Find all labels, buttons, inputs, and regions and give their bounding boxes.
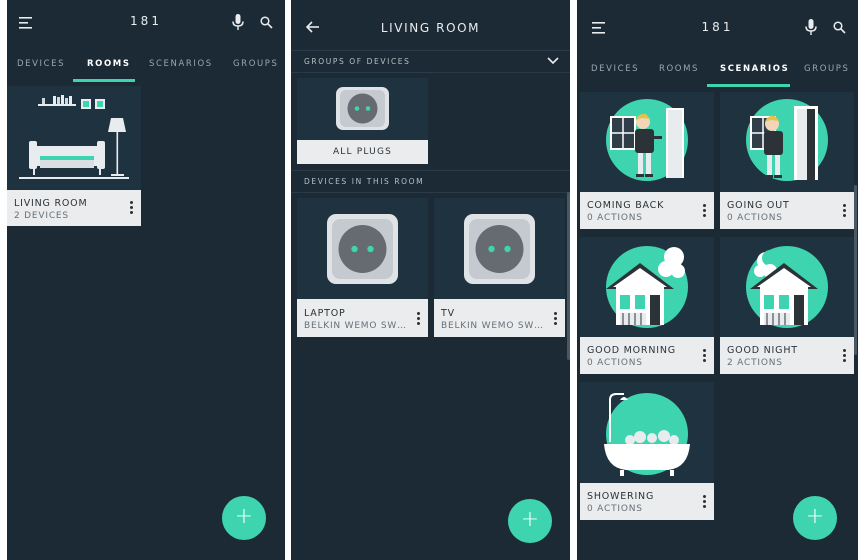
plug-icon	[434, 198, 565, 299]
more-vertical-icon[interactable]	[551, 312, 559, 327]
scenario-name: GOOD NIGHT	[727, 345, 798, 356]
scenario-card-going-out[interactable]: GOING OUT 0 ACTIONS	[720, 92, 854, 229]
tab-scenarios[interactable]: SCENARIOS	[720, 64, 789, 74]
scenario-action-count: 0 ACTIONS	[727, 213, 783, 223]
devices-heading: DEVICES IN THIS ROOM	[304, 177, 425, 186]
more-vertical-icon[interactable]	[414, 312, 422, 327]
microphone-icon[interactable]	[232, 14, 244, 31]
tab-devices[interactable]: DEVICES	[17, 59, 65, 69]
tab-bar: DEVICES ROOMS SCENARIOS GROUPS	[7, 50, 285, 82]
tab-groups[interactable]: GROUPS	[233, 59, 279, 69]
device-card-tv[interactable]: TV BELKIN WEMO SW…	[434, 198, 565, 337]
top-bar: 181	[577, 0, 858, 48]
scenario-card-coming-back[interactable]: COMING BACK 0 ACTIONS	[580, 92, 714, 229]
person-going-out-illustration	[720, 92, 854, 192]
tab-groups[interactable]: GROUPS	[804, 64, 850, 74]
tab-rooms[interactable]: ROOMS	[87, 59, 131, 69]
active-tab-indicator	[73, 79, 135, 82]
scenario-name: SHOWERING	[587, 491, 655, 502]
card-footer: LAPTOP BELKIN WEMO SW…	[297, 299, 428, 337]
top-bar: 181	[7, 0, 285, 48]
add-room-button[interactable]: +	[222, 496, 266, 540]
device-name: TV	[441, 308, 455, 319]
scenario-name: GOOD MORNING	[587, 345, 676, 356]
scenario-action-count: 0 ACTIONS	[587, 213, 643, 223]
groups-heading: GROUPS OF DEVICES	[304, 57, 411, 66]
card-footer: GOOD NIGHT 2 ACTIONS	[720, 337, 854, 374]
scenario-action-count: 2 ACTIONS	[727, 358, 783, 368]
room-title: LIVING ROOM	[380, 21, 481, 35]
add-scenario-button[interactable]: +	[793, 496, 837, 540]
more-vertical-icon[interactable]	[700, 204, 708, 219]
card-footer: LIVING ROOM 2 DEVICES	[7, 190, 141, 226]
living-room-screen: LIVING ROOM GROUPS OF DEVICES ALL PLUGS …	[291, 0, 570, 560]
scenario-name: GOING OUT	[727, 200, 790, 211]
divider	[291, 192, 570, 193]
tab-devices[interactable]: DEVICES	[591, 64, 639, 74]
tab-rooms[interactable]: ROOMS	[659, 64, 699, 74]
tab-scenarios[interactable]: SCENARIOS	[149, 59, 213, 69]
scenario-card-showering[interactable]: SHOWERING 0 ACTIONS	[580, 382, 714, 520]
scenario-action-count: 0 ACTIONS	[587, 504, 643, 514]
active-tab-indicator	[707, 84, 790, 87]
divider	[291, 50, 570, 51]
plug-icon	[297, 78, 428, 140]
divider	[291, 72, 570, 73]
search-icon[interactable]	[833, 21, 846, 34]
house-sun-illustration	[580, 237, 714, 337]
more-vertical-icon[interactable]	[840, 349, 848, 364]
more-vertical-icon[interactable]	[700, 495, 708, 510]
search-icon[interactable]	[260, 16, 273, 29]
house-moon-illustration	[720, 237, 854, 337]
more-vertical-icon[interactable]	[840, 204, 848, 219]
card-footer: GOOD MORNING 0 ACTIONS	[580, 337, 714, 374]
card-footer: COMING BACK 0 ACTIONS	[580, 192, 714, 229]
more-vertical-icon[interactable]	[700, 349, 708, 364]
room-device-count: 2 DEVICES	[14, 211, 69, 221]
room-name: LIVING ROOM	[14, 198, 88, 209]
room-card-living-room[interactable]: LIVING ROOM 2 DEVICES	[7, 86, 141, 226]
chevron-down-icon[interactable]	[547, 57, 559, 65]
more-vertical-icon[interactable]	[127, 201, 135, 216]
plug-icon	[297, 198, 428, 299]
top-bar: LIVING ROOM	[291, 0, 570, 48]
person-coming-back-illustration	[580, 92, 714, 192]
bathtub-illustration	[580, 382, 714, 483]
scrollbar[interactable]	[567, 192, 570, 360]
card-footer: SHOWERING 0 ACTIONS	[580, 483, 714, 520]
living-room-illustration	[7, 86, 141, 190]
scenario-name: COMING BACK	[587, 200, 665, 211]
card-footer: GOING OUT 0 ACTIONS	[720, 192, 854, 229]
scenario-action-count: 0 ACTIONS	[587, 358, 643, 368]
group-label: ALL PLUGS	[332, 147, 393, 157]
card-footer: ALL PLUGS	[297, 140, 428, 164]
tab-bar: DEVICES ROOMS SCENARIOS GROUPS	[577, 55, 858, 87]
device-name: LAPTOP	[304, 308, 346, 319]
scrollbar[interactable]	[854, 185, 857, 355]
device-type: BELKIN WEMO SW…	[441, 321, 544, 331]
scenario-card-good-morning[interactable]: GOOD MORNING 0 ACTIONS	[580, 237, 714, 374]
scenarios-screen: 181 DEVICES ROOMS SCENARIOS GROUPS COMIN…	[577, 0, 858, 560]
card-footer: TV BELKIN WEMO SW…	[434, 299, 565, 337]
rooms-screen: 181 DEVICES ROOMS SCENARIOS GROUPS LIVIN…	[7, 0, 285, 560]
add-device-button[interactable]: +	[508, 499, 552, 543]
microphone-icon[interactable]	[805, 19, 817, 36]
group-card-all-plugs[interactable]: ALL PLUGS	[297, 78, 428, 164]
scenario-card-good-night[interactable]: GOOD NIGHT 2 ACTIONS	[720, 237, 854, 374]
divider	[291, 170, 570, 171]
device-type: BELKIN WEMO SW…	[304, 321, 407, 331]
device-card-laptop[interactable]: LAPTOP BELKIN WEMO SW…	[297, 198, 428, 337]
